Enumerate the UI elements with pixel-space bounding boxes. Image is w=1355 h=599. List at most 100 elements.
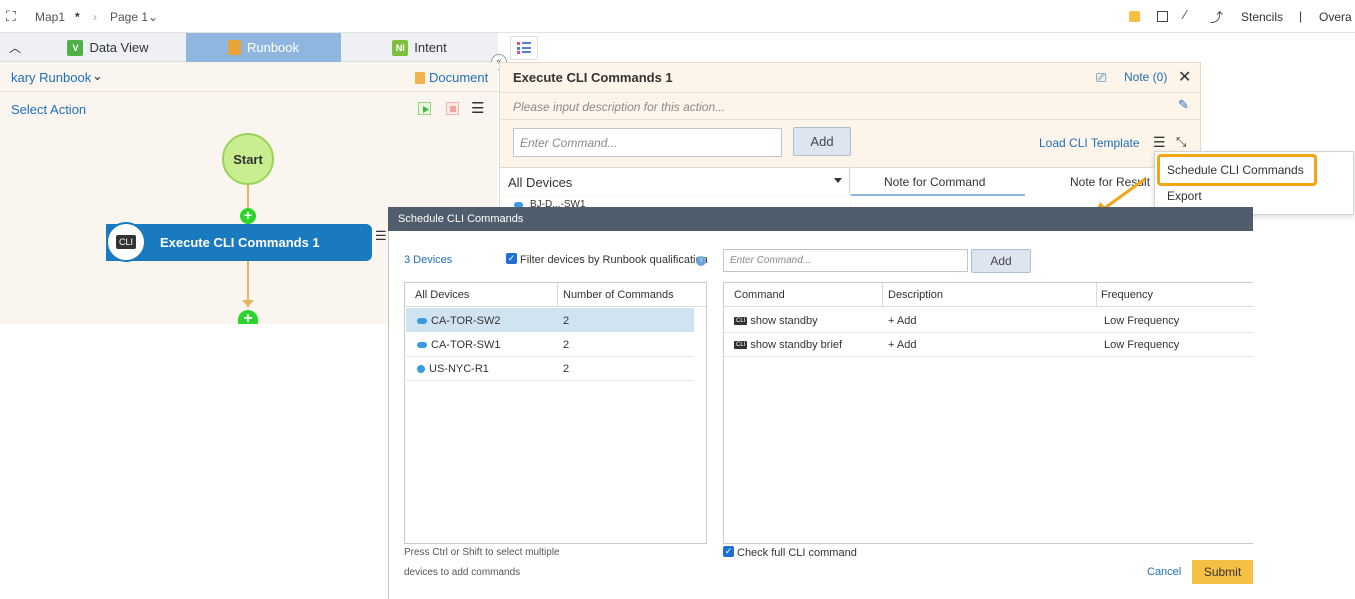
- select-action-link[interactable]: Select Action: [11, 102, 86, 117]
- tab-runbook[interactable]: Runbook: [186, 33, 341, 62]
- filter-label: Filter devices by Runbook qualification: [520, 254, 708, 266]
- count-cell: 2: [563, 363, 570, 375]
- tab-data-view[interactable]: V Data View: [30, 33, 186, 62]
- active-tab-indicator: [851, 194, 1025, 196]
- switch-icon: [417, 342, 427, 349]
- rectangle-tool-icon[interactable]: [1157, 11, 1168, 22]
- curve-tool-icon[interactable]: ⤴: [1210, 7, 1223, 26]
- view-tabs: ︿ V Data View Runbook NI Intent: [0, 33, 498, 62]
- command-cell: CLI show standby: [734, 315, 818, 327]
- menu-icon[interactable]: ☰: [471, 99, 484, 117]
- cli-node-icon: CLI: [106, 222, 146, 262]
- row-divider: [406, 380, 694, 381]
- column-divider: [1096, 283, 1097, 307]
- cli-badge: CLI: [115, 235, 136, 249]
- add-description-link[interactable]: + Add: [888, 315, 916, 327]
- note-link[interactable]: Note (0): [1124, 70, 1167, 84]
- stencils-button[interactable]: Stencils: [1241, 10, 1283, 24]
- add-node-icon[interactable]: +: [240, 208, 256, 224]
- action-title: Execute CLI Commands 1: [513, 70, 673, 85]
- count-cell: 2: [563, 339, 570, 351]
- flow-arrow-icon: [242, 300, 254, 307]
- device-cell[interactable]: US-NYC-R1: [417, 363, 489, 375]
- row-divider: [724, 356, 1254, 357]
- page-dropdown-chevron-icon[interactable]: ⌄: [148, 10, 158, 24]
- submit-button[interactable]: Submit: [1192, 560, 1253, 584]
- add-command-button[interactable]: Add: [793, 127, 851, 156]
- cancel-button[interactable]: Cancel: [1147, 566, 1181, 578]
- divider: [500, 92, 1200, 93]
- stop-button[interactable]: [446, 102, 459, 115]
- overview-button[interactable]: Overa: [1319, 10, 1352, 24]
- modified-marker: *: [75, 10, 80, 24]
- load-cli-template-link[interactable]: Load CLI Template: [1039, 136, 1140, 150]
- tab-label: Runbook: [246, 40, 300, 55]
- menu-item-export[interactable]: Export: [1167, 189, 1202, 203]
- row-divider: [724, 332, 1254, 333]
- document-icon: [415, 72, 425, 84]
- frequency-link[interactable]: Low Frequency: [1104, 315, 1179, 327]
- node-menu-icon[interactable]: ☰: [375, 228, 387, 244]
- edit-icon[interactable]: ✎: [1178, 97, 1189, 113]
- device-cell[interactable]: CA-TOR-SW1: [417, 339, 500, 351]
- document-link[interactable]: Document: [429, 70, 488, 85]
- check-full-cli-checkbox[interactable]: ✓: [723, 546, 734, 557]
- column-divider: [882, 283, 883, 307]
- check-full-cli-label: Check full CLI command: [737, 547, 857, 559]
- tab-intent[interactable]: NI Intent: [341, 33, 498, 62]
- highlight-box: [1157, 154, 1317, 186]
- dialog-title: Schedule CLI Commands: [388, 207, 1253, 231]
- page-name[interactable]: Page 1: [110, 10, 148, 24]
- filter-checkbox[interactable]: ✓: [506, 253, 517, 264]
- add-description-link[interactable]: + Add: [888, 339, 916, 351]
- command-input[interactable]: Enter Command...: [513, 128, 782, 157]
- frequency-link[interactable]: Low Frequency: [1104, 339, 1179, 351]
- command-cell: CLI show standby brief: [734, 339, 843, 351]
- devices-grid: All Devices Number of Commands CA-TOR-SW…: [404, 282, 707, 544]
- start-node[interactable]: Start: [222, 133, 274, 185]
- note-icon[interactable]: [1129, 11, 1140, 22]
- column-header[interactable]: Description: [888, 289, 943, 301]
- tab-label: Data View: [89, 40, 149, 55]
- divider: [500, 119, 1200, 120]
- tab-label: Intent: [414, 40, 447, 55]
- runbook-dropdown-chevron-icon[interactable]: ⌄: [92, 68, 103, 84]
- top-toolbar: ⛶ Map1 * › Page 1 ⌄ ⁄ ⤴ Stencils | Overa: [0, 0, 1355, 33]
- canvas-blank-area: [0, 324, 388, 599]
- hint-text: Press Ctrl or Shift to select multiple: [404, 547, 560, 558]
- collapse-up-icon[interactable]: ︿: [0, 33, 30, 62]
- line-tool-icon[interactable]: ⁄: [1184, 7, 1186, 22]
- hint-text: devices to add commands: [404, 567, 521, 578]
- info-icon[interactable]: i: [696, 256, 706, 266]
- description-input[interactable]: Please input description for this action…: [513, 100, 725, 114]
- column-header[interactable]: All Devices: [415, 289, 469, 301]
- column-header[interactable]: Command: [734, 289, 785, 301]
- switch-icon: [417, 318, 427, 325]
- commands-grid: Command Description Frequency CLI show st…: [723, 282, 1254, 544]
- column-header[interactable]: Number of Commands: [563, 289, 674, 301]
- column-header[interactable]: Frequency: [1101, 289, 1153, 301]
- pin-icon[interactable]: ⎚: [1096, 70, 1106, 86]
- collapse-icon[interactable]: ⤡: [1176, 134, 1186, 150]
- runbook-icon: [227, 40, 241, 55]
- devices-dropdown-label: All Devices: [508, 175, 573, 190]
- data-view-icon: V: [67, 39, 84, 56]
- dialog-command-input[interactable]: Enter Command...: [723, 249, 968, 272]
- device-cell: CA-TOR-SW2: [417, 315, 500, 327]
- breadcrumb-chevron-icon: ›: [93, 10, 97, 24]
- intent-icon: NI: [392, 39, 409, 56]
- tab-note-for-command[interactable]: Note for Command: [884, 175, 985, 189]
- close-icon[interactable]: ✕: [1178, 67, 1191, 87]
- run-button[interactable]: [418, 102, 431, 115]
- runbook-title[interactable]: kary Runbook: [11, 70, 91, 85]
- dialog-add-button[interactable]: Add: [971, 249, 1031, 273]
- column-divider: [557, 283, 558, 307]
- fullscreen-icon[interactable]: ⛶: [6, 8, 16, 25]
- map-name[interactable]: Map1: [35, 10, 65, 24]
- grid-header: [724, 283, 1254, 307]
- device-count-link[interactable]: 3 Devices: [404, 254, 452, 266]
- cli-icon: CLI: [734, 341, 748, 350]
- devices-dropdown[interactable]: All Devices: [500, 167, 850, 195]
- menu-icon[interactable]: ☰: [1153, 134, 1166, 151]
- action-list-icon[interactable]: [510, 36, 538, 60]
